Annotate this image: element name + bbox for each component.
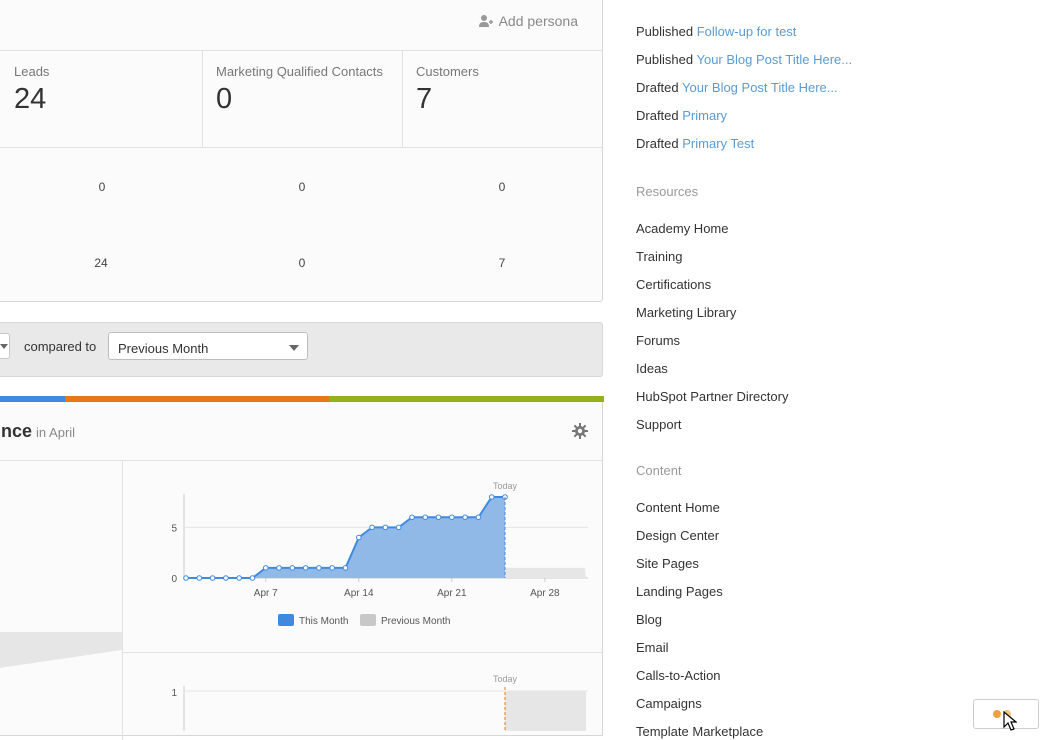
activity-link[interactable]: Primary Test: [682, 136, 754, 151]
activity-action: Published: [636, 52, 697, 67]
table-cell: 24: [94, 256, 108, 270]
activity-item: Drafted Primary Test: [636, 136, 754, 151]
metric-value: 24: [14, 83, 47, 115]
performance-subtitle: in April: [36, 425, 76, 440]
add-persona-button[interactable]: Add persona: [478, 13, 578, 29]
color-segment-orange: [65, 396, 329, 402]
activity-action: Published: [636, 24, 697, 39]
add-persona-label: Add persona: [498, 13, 578, 29]
compare-bar: compared to Previous Month: [0, 322, 603, 377]
activity-item-partial: [636, 0, 640, 4]
metric-leads[interactable]: Leads 24: [1, 50, 202, 147]
compare-period-value: Previous Month: [118, 341, 209, 356]
activity-action: Drafted: [636, 136, 683, 151]
content-heading: Content: [636, 463, 682, 478]
activity-item: Published Follow-up for test: [636, 24, 796, 39]
resource-link[interactable]: Forums: [636, 333, 680, 348]
content-link[interactable]: Calls-to-Action: [636, 668, 721, 683]
activity-link[interactable]: Primary: [682, 108, 727, 123]
metric-customers[interactable]: Customers 7: [402, 50, 602, 147]
content-link[interactable]: Site Pages: [636, 556, 699, 571]
metric-label: Leads: [14, 64, 50, 79]
persona-card: Add persona Leads 24 Marketing Qualified…: [0, 0, 603, 302]
activity-item: Published Your Blog Post Title Here...: [636, 52, 852, 67]
table-cell: 0: [298, 256, 306, 270]
content-link[interactable]: Template Marketplace: [636, 724, 763, 739]
metric-mqc[interactable]: Marketing Qualified Contacts 0: [202, 50, 402, 147]
metric-label: Customers: [416, 64, 479, 79]
content-link[interactable]: Landing Pages: [636, 584, 723, 599]
activity-link[interactable]: Your Blog Post Title Here...: [682, 80, 838, 95]
add-user-icon: [478, 15, 493, 27]
resource-link[interactable]: Training: [636, 249, 682, 264]
resource-link[interactable]: Support: [636, 417, 682, 432]
resource-link[interactable]: Marketing Library: [636, 305, 736, 320]
table-cell: 7: [498, 256, 506, 270]
color-segment-green: [329, 396, 604, 402]
compared-to-label: compared to: [24, 339, 97, 354]
gear-icon[interactable]: [572, 423, 588, 439]
activity-link[interactable]: Your Blog Post Title Here...: [696, 52, 852, 67]
metric-value: 0: [216, 83, 233, 115]
activity-link[interactable]: Follow-up for test: [697, 24, 797, 39]
content-link[interactable]: Email: [636, 640, 669, 655]
compare-period-select[interactable]: Previous Month: [108, 332, 308, 360]
metric-label: Marketing Qualified Contacts: [216, 64, 383, 79]
resource-link[interactable]: Ideas: [636, 361, 668, 376]
content-link[interactable]: Blog: [636, 612, 662, 627]
activity-item: Drafted Your Blog Post Title Here...: [636, 80, 838, 95]
content-link[interactable]: Content Home: [636, 500, 720, 515]
resources-heading: Resources: [636, 184, 699, 199]
content-link[interactable]: Campaigns: [636, 696, 702, 711]
performance-card: nce in April: [0, 396, 604, 740]
table-cell: 0: [98, 180, 106, 194]
resource-link[interactable]: Certifications: [636, 277, 711, 292]
resource-link[interactable]: Academy Home: [636, 221, 728, 236]
activity-action: Drafted: [636, 108, 683, 123]
date-range-select[interactable]: [0, 333, 10, 359]
performance-title: nce in April: [1, 421, 76, 441]
table-cell: 0: [298, 180, 306, 194]
content-link[interactable]: Design Center: [636, 528, 719, 543]
performance-color-bar: [0, 396, 604, 402]
metric-value: 7: [416, 83, 433, 115]
cursor-icon: [1003, 711, 1017, 731]
resource-link[interactable]: HubSpot Partner Directory: [636, 389, 788, 404]
color-segment-blue: [0, 396, 65, 402]
status-dot: [993, 710, 1001, 718]
funnel-shape: [0, 632, 122, 668]
chat-status-widget[interactable]: [973, 699, 1039, 731]
activity-action: Drafted: [636, 80, 683, 95]
chevron-down-icon: [289, 345, 299, 351]
activity-item: Drafted Primary: [636, 108, 727, 123]
table-cell: 0: [498, 180, 506, 194]
